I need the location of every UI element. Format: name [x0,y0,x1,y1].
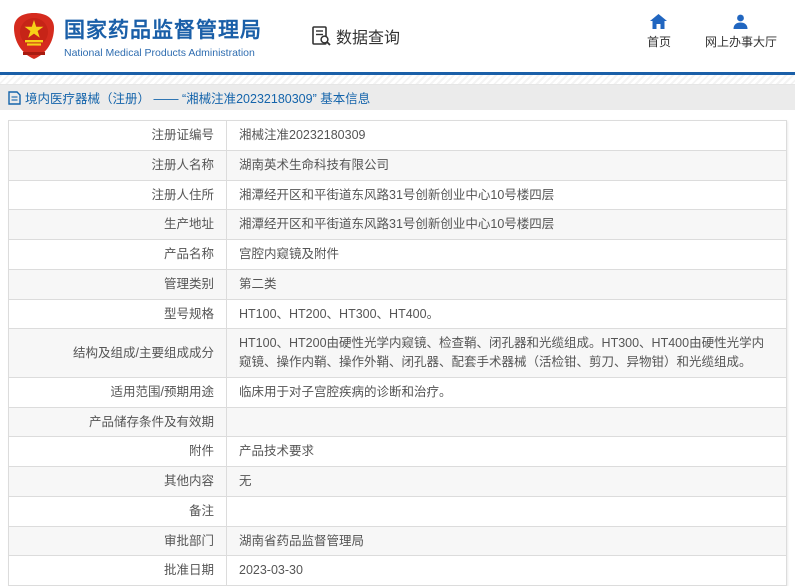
row-value [226,406,787,438]
table-row: 管理类别 第二类 [8,268,787,300]
table-row: 适用范围/预期用途 临床用于对子宫腔疾病的诊断和治疗。 [8,376,787,408]
row-label: 注册人名称 [8,149,227,181]
nav-service-hall[interactable]: 网上办事大厅 [705,14,777,50]
table-row: 备注 [8,495,787,527]
row-value: 湖南英术生命科技有限公司 [226,149,787,181]
row-value: HT100、HT200由硬性光学内窥镜、检查鞘、闭孔器和光缆组成。HT300、H… [226,328,787,378]
table-row: 批准日期 2023-03-30 [8,555,787,586]
site-header: 国家药品监督管理局 National Medical Products Admi… [0,0,795,72]
table-row: 附件 产品技术要求 [8,436,787,467]
document-search-icon [312,26,331,46]
row-value: 湘潭经开区和平街道东风路31号创新创业中心10号楼四层 [226,209,787,240]
national-emblem-logo [14,13,54,59]
table-row: 其他内容 无 [8,466,787,497]
row-label: 批准日期 [8,555,227,586]
brand-block: 国家药品监督管理局 National Medical Products Admi… [64,14,262,59]
row-value [226,495,787,527]
row-label: 管理类别 [8,268,227,300]
table-row: 注册证编号 湘械注准20232180309 [8,120,787,151]
row-value: 无 [226,466,787,497]
table-row: 型号规格 HT100、HT200、HT300、HT400。 [8,298,787,330]
row-value: 产品技术要求 [226,436,787,467]
table-row: 注册人名称 湖南英术生命科技有限公司 [8,149,787,181]
data-query-section: 数据查询 [310,24,400,48]
table-row: 产品名称 宫腔内窥镜及附件 [8,239,787,270]
table-row: 生产地址 湘潭经开区和平街道东风路31号创新创业中心10号楼四层 [8,209,787,240]
row-value: 湖南省药品监督管理局 [226,525,787,557]
row-label: 结构及组成/主要组成成分 [8,328,227,378]
row-value: HT100、HT200、HT300、HT400。 [226,298,787,330]
table-row: 产品储存条件及有效期 [8,406,787,438]
row-value: 宫腔内窥镜及附件 [226,239,787,270]
data-query-label: 数据查询 [336,30,401,47]
row-label: 注册证编号 [8,120,227,151]
row-value: 2023-03-30 [226,555,787,586]
row-label: 备注 [8,495,227,527]
table-row: 注册人住所 湘潭经开区和平街道东风路31号创新创业中心10号楼四层 [8,179,787,211]
header-nav: 首页 网上办事大厅 [647,14,777,50]
row-value: 临床用于对子宫腔疾病的诊断和治疗。 [226,376,787,408]
row-label: 附件 [8,436,227,467]
row-label: 生产地址 [8,209,227,240]
table-row: 审批部门 湖南省药品监督管理局 [8,525,787,557]
org-name-en: National Medical Products Administration [64,46,255,59]
breadcrumb-text: 境内医疗器械（注册） —— “湘械注准20232180309” 基本信息 [25,92,371,106]
table-row: 结构及组成/主要组成成分 HT100、HT200由硬性光学内窥镜、检查鞘、闭孔器… [8,328,787,378]
nav-home-label: 首页 [646,35,671,49]
row-label: 适用范围/预期用途 [8,376,227,408]
row-label: 型号规格 [8,298,227,330]
person-icon [733,14,748,29]
row-label: 注册人住所 [8,179,227,211]
home-icon [650,14,668,29]
row-label: 其他内容 [8,466,227,497]
row-value: 湘械注准20232180309 [226,120,787,151]
row-value: 湘潭经开区和平街道东风路31号创新创业中心10号楼四层 [226,179,787,211]
document-icon [8,90,21,105]
hatched-strip [0,75,795,85]
registration-info-table: 注册证编号 湘械注准20232180309 注册人名称 湖南英术生命科技有限公司… [8,120,787,586]
row-value: 第二类 [226,268,787,300]
row-label: 审批部门 [8,525,227,557]
nav-service-hall-label: 网上办事大厅 [704,35,777,49]
row-label: 产品名称 [8,239,227,270]
row-label: 产品储存条件及有效期 [8,406,227,438]
nav-home[interactable]: 首页 [647,14,671,50]
org-name-cn: 国家药品监督管理局 [64,18,262,42]
breadcrumb: 境内医疗器械（注册） —— “湘械注准20232180309” 基本信息 [0,85,795,110]
